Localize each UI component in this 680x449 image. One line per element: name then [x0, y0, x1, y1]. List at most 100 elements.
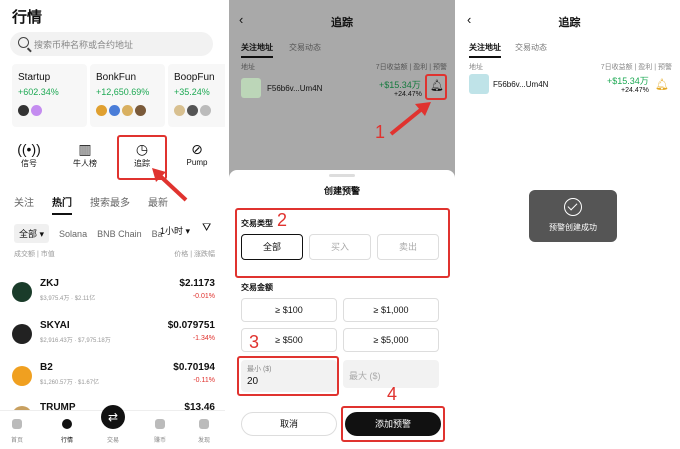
min-label: 最小 ($)	[247, 366, 272, 373]
coin-icon	[109, 105, 120, 116]
sheet-title: 创建预警	[323, 186, 360, 196]
quick-label: 牛人榜	[73, 159, 97, 168]
col-header-right: 价格 | 涨跌幅	[174, 251, 215, 258]
quick-label: 信号	[21, 159, 37, 168]
amount-label: 交易金额	[241, 283, 273, 292]
alert-bell-active-icon[interactable]: 🔔︎	[655, 78, 669, 91]
token-change: -1.34%	[192, 335, 215, 342]
discover-icon[interactable]	[199, 419, 209, 429]
token-icon	[12, 282, 32, 302]
tab-discover[interactable]: 发现	[189, 435, 219, 444]
step-label: 4	[387, 384, 398, 404]
step-label: 3	[249, 332, 260, 352]
quick-tracking[interactable]: ◷ 追踪	[117, 140, 167, 169]
search-input[interactable]: 搜索币种名称或合约地址	[10, 32, 213, 56]
tab-watch-address[interactable]: 关注地址	[241, 42, 273, 58]
tab-newest[interactable]: 最新	[148, 194, 168, 215]
pnl-value: +$15.34万	[607, 76, 649, 86]
coin-icon	[122, 105, 133, 116]
tab-most-searched[interactable]: 搜索最多	[90, 194, 130, 215]
pump-icon: ⊘	[191, 141, 203, 157]
col-stats: 7日收益额 | 盈利 | 预警	[375, 64, 447, 71]
tab-hot[interactable]: 热门	[52, 194, 72, 215]
col-header-left: 成交额 | 市值	[14, 251, 55, 258]
quick-label: Pump	[186, 158, 208, 167]
toast-text: 预警创建成功	[549, 223, 597, 232]
alert-success-screen: ‹ 追踪 关注地址 交易动态 地址 7日收益额 | 盈利 | 预警 F56b6v…	[459, 0, 680, 449]
launchpad-card-startup[interactable]: Startup +602.34%	[12, 64, 87, 127]
token-change: -0.11%	[193, 377, 215, 384]
home-icon[interactable]	[12, 419, 22, 429]
token-volume: $1,260.57万 · $1.67亿	[40, 380, 100, 386]
tracking-icon: ◷	[135, 141, 149, 157]
coin-icon	[187, 105, 198, 116]
card-change: +35.24%	[174, 87, 210, 97]
address-text: F56b6v...Um4N	[267, 84, 323, 93]
tab-trade[interactable]: 交易	[98, 435, 128, 444]
tab-home[interactable]: 首页	[2, 435, 32, 444]
page-title: 行情	[12, 9, 43, 26]
filter-icon[interactable]: ⛛	[202, 222, 211, 235]
table-row[interactable]: B2 $1,260.57万 · $1.67亿 $0.70194 -0.11%	[12, 362, 215, 402]
card-name: Startup	[18, 72, 51, 83]
chain-solana[interactable]: Solana	[59, 229, 87, 239]
table-row[interactable]: SKYAI $2,916.43万 · $7,975.18万 $0.079751 …	[12, 320, 215, 360]
pnl-value: +$15.34万	[379, 80, 421, 90]
amount-100-button[interactable]: ≥ $100	[241, 298, 337, 322]
type-buy-button[interactable]: 买入	[309, 234, 371, 260]
token-volume: $3,975.4万 · $2.11亿	[40, 296, 96, 302]
token-icon	[12, 366, 32, 386]
launchpad-card-boopfun[interactable]: BoopFun +35.24%	[168, 64, 225, 127]
quick-leaderboard[interactable]: ▥ 牛人榜	[60, 140, 110, 169]
min-amount-field[interactable]: 最小 ($) 20	[241, 360, 337, 392]
pnl-percent: +24.47%	[394, 91, 422, 98]
earn-icon[interactable]	[155, 419, 165, 429]
market-icon[interactable]	[62, 419, 72, 429]
success-toast: 预警创建成功	[529, 190, 617, 242]
amount-1000-button[interactable]: ≥ $1,000	[343, 298, 439, 322]
leaderboard-icon: ▥	[78, 141, 92, 157]
create-alert-screen: ‹ 追踪 关注地址 交易动态 地址 7日收益额 | 盈利 | 预警 F56b6v…	[229, 0, 455, 449]
alert-sheet: 创建预警 交易类型 2 全部 买入 卖出 交易金额 ≥ $100 ≥ $1,00…	[229, 170, 455, 449]
quick-signal[interactable]: ((•)) 信号	[4, 140, 54, 169]
card-change: +602.34%	[18, 87, 59, 97]
tab-trade-feed[interactable]: 交易动态	[289, 42, 321, 53]
token-symbol: SKYAI	[40, 320, 70, 331]
trade-icon[interactable]: ⇄	[101, 405, 125, 429]
tab-watch-address[interactable]: 关注地址	[469, 42, 501, 58]
tab-market[interactable]: 行情	[52, 435, 82, 444]
coin-icon	[96, 105, 107, 116]
quick-pump[interactable]: ⊘ Pump	[172, 140, 222, 167]
page-title: 追踪	[331, 17, 353, 29]
search-placeholder: 搜索币种名称或合约地址	[34, 40, 134, 50]
launchpad-card-bonkfun[interactable]: BonkFun +12,650.69%	[90, 64, 165, 127]
coin-icon	[200, 105, 211, 116]
table-row[interactable]: ZKJ $3,975.4万 · $2.11亿 $2.1173 -0.01%	[12, 278, 215, 318]
card-name: BonkFun	[96, 72, 137, 83]
chain-bnb[interactable]: BNB Chain	[97, 229, 142, 239]
address-avatar	[469, 74, 489, 94]
tab-trade-feed[interactable]: 交易动态	[515, 42, 547, 53]
token-price: $0.079751	[167, 320, 215, 331]
step-label: 1	[375, 122, 386, 142]
type-label: 交易类型	[241, 219, 273, 228]
step-label: 2	[277, 210, 288, 230]
add-alert-button[interactable]: 添加预警	[345, 412, 441, 436]
page-title: 追踪	[558, 17, 581, 29]
tab-follow[interactable]: 关注	[14, 194, 34, 215]
chain-all[interactable]: 全部 ▾	[14, 224, 50, 243]
token-price: $0.70194	[173, 362, 215, 373]
alert-bell-icon[interactable]: 🔔︎	[430, 79, 444, 92]
type-sell-button[interactable]: 卖出	[377, 234, 439, 260]
col-stats: 7日收益额 | 盈利 | 预警	[600, 64, 672, 71]
cancel-button[interactable]: 取消	[241, 412, 337, 436]
market-screen: 行情 搜索币种名称或合约地址 Startup +602.34% BonkFun …	[0, 0, 225, 449]
tab-earn[interactable]: 赚币	[145, 435, 175, 444]
token-symbol: B2	[40, 362, 53, 373]
type-all-button[interactable]: 全部	[241, 234, 303, 260]
amount-5000-button[interactable]: ≥ $5,000	[343, 328, 439, 352]
timeframe-select[interactable]: 1小时 ▾	[160, 224, 190, 237]
drag-handle[interactable]	[329, 174, 355, 177]
signal-icon: ((•))	[17, 141, 41, 157]
coin-icon	[135, 105, 146, 116]
